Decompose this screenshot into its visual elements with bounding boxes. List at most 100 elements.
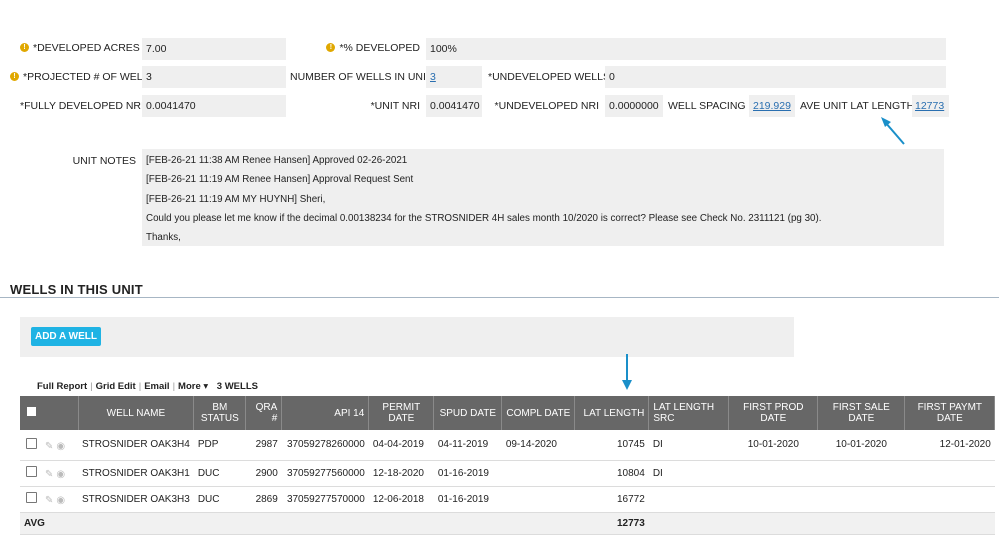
- avg-row: AVG 12773: [20, 512, 995, 535]
- info-icon: !: [10, 71, 19, 81]
- annotation-arrow-icon: [881, 117, 905, 145]
- unit-notes-box[interactable]: [FEB-26-21 11:38 AM Renee Hansen] Approv…: [142, 149, 944, 246]
- developed-acres-value[interactable]: 7.00: [142, 38, 286, 60]
- cell-lat-length: 16772: [574, 486, 649, 513]
- cell-permit-date: 04-04-2019: [368, 430, 434, 461]
- wells-table: WELL NAME BM STATUS QRA # API 14 PERMIT …: [20, 396, 996, 535]
- table-row[interactable]: ✎ ◉ STROSNIDER OAK3H3 DUC 2869 3705927757…: [20, 486, 995, 513]
- cell-first-prod-date: 10-01-2020: [728, 430, 818, 461]
- cell-compl-date: 09-14-2020: [501, 430, 575, 461]
- edit-pencil-icon[interactable]: ✎: [45, 495, 53, 506]
- cell-lat-length: 10804: [574, 460, 649, 487]
- avg-empty-cell: [904, 512, 995, 535]
- unit-nri-value[interactable]: 0.0041470: [426, 95, 482, 117]
- row-checkbox[interactable]: [26, 466, 37, 477]
- row-checkbox[interactable]: [26, 492, 37, 503]
- undeveloped-wells-value[interactable]: 0: [605, 66, 946, 88]
- projected-wells-label: ! *PROJECTED # OF WELLS: [10, 71, 155, 83]
- section-title: WELLS IN THIS UNIT: [10, 282, 143, 297]
- cell-bm-status: DUC: [193, 460, 246, 487]
- column-header-well-name[interactable]: WELL NAME: [78, 396, 195, 430]
- column-header-lat-length-src[interactable]: LAT LENGTH SRC: [648, 396, 730, 430]
- well-spacing-link[interactable]: 219.929: [753, 100, 791, 112]
- avg-label: AVG: [20, 512, 78, 535]
- avg-empty-cell: [728, 512, 818, 535]
- row-checkbox[interactable]: [26, 437, 37, 449]
- wells-in-unit-label: NUMBER OF WELLS IN UNIT: [290, 71, 433, 83]
- column-header-bm-status[interactable]: BM STATUS: [193, 396, 247, 430]
- cell-bm-status: DUC: [193, 486, 246, 513]
- edit-pencil-icon[interactable]: ✎: [45, 469, 53, 480]
- select-all-column: [20, 396, 79, 430]
- projected-wells-value[interactable]: 3: [142, 66, 286, 88]
- table-header-row: WELL NAME BM STATUS QRA # API 14 PERMIT …: [20, 396, 996, 430]
- note-line: [FEB-26-21 11:38 AM Renee Hansen] Approv…: [146, 155, 408, 166]
- cell-first-prod-date: [728, 486, 818, 513]
- well-spacing-label: WELL SPACING: [668, 100, 746, 112]
- more-dropdown[interactable]: More ▾: [178, 381, 208, 392]
- cell-first-paymt-date: 12-01-2020: [904, 430, 995, 461]
- cell-compl-date: [501, 460, 575, 487]
- ave-lat-length-link[interactable]: 12773: [915, 100, 944, 112]
- select-all-checkbox[interactable]: [27, 407, 36, 416]
- cell-first-paymt-date: [904, 486, 995, 513]
- pct-developed-label: ! *% DEVELOPED: [320, 42, 420, 54]
- cell-spud-date: 01-16-2019: [433, 486, 502, 513]
- column-header-compl-date[interactable]: COMPL DATE: [501, 396, 576, 430]
- wells-in-unit-value: 3: [426, 66, 482, 88]
- column-header-api14[interactable]: API 14: [281, 396, 370, 430]
- cell-lat-length: 10745: [574, 430, 649, 461]
- unit-notes-label: UNIT NOTES: [72, 155, 136, 167]
- email-link[interactable]: Email: [144, 381, 169, 392]
- developed-acres-label: ! *DEVELOPED ACRES: [20, 42, 140, 54]
- column-header-permit-date[interactable]: PERMIT DATE: [368, 396, 435, 430]
- note-line: [FEB-26-21 11:19 AM MY HUYNH] Sheri,: [146, 193, 326, 205]
- cell-qra: 2987: [245, 430, 282, 461]
- ave-lat-length-label: AVE UNIT LAT LENGTH: [800, 100, 915, 112]
- cell-spud-date: 04-11-2019: [433, 430, 502, 461]
- full-report-link[interactable]: Full Report: [37, 381, 87, 392]
- add-well-button[interactable]: ADD A WELL: [31, 327, 101, 346]
- row-controls: ✎ ◉: [20, 460, 78, 487]
- column-header-qra[interactable]: QRA #: [245, 396, 283, 430]
- cell-qra: 2900: [245, 460, 282, 487]
- avg-empty-cell: [817, 512, 905, 535]
- cell-well-name: STROSNIDER OAK3H3: [78, 486, 194, 513]
- cell-api14: 37059278260000: [281, 430, 369, 461]
- edit-pencil-icon[interactable]: ✎: [45, 441, 53, 452]
- note-line: Thanks,: [146, 232, 181, 244]
- view-eye-icon[interactable]: ◉: [56, 495, 65, 506]
- fully-developed-nri-value[interactable]: 0.0041470: [142, 95, 286, 117]
- row-controls: ✎ ◉: [20, 486, 78, 513]
- fully-developed-nri-label: *FULLY DEVELOPED NRI: [20, 100, 144, 112]
- column-header-spud-date[interactable]: SPUD DATE: [433, 396, 503, 430]
- column-header-first-prod-date[interactable]: FIRST PROD DATE: [728, 396, 819, 430]
- column-header-first-paymt-date[interactable]: FIRST PAYMT DATE: [904, 396, 996, 430]
- table-row[interactable]: ✎ ◉ STROSNIDER OAK3H4 PDP 2987 3705927826…: [20, 430, 995, 461]
- column-header-lat-length[interactable]: LAT LENGTH: [574, 396, 650, 430]
- cell-lat-length-src: DI: [648, 460, 729, 487]
- cell-compl-date: [501, 486, 575, 513]
- row-controls: ✎ ◉: [20, 430, 78, 461]
- view-eye-icon[interactable]: ◉: [56, 469, 65, 480]
- cell-well-name: STROSNIDER OAK3H4: [78, 430, 194, 461]
- cell-first-paymt-date: [904, 460, 995, 487]
- table-row[interactable]: ✎ ◉ STROSNIDER OAK3H1 DUC 2900 3705927756…: [20, 460, 995, 487]
- pct-developed-value[interactable]: 100%: [426, 38, 946, 60]
- cell-first-sale-date: [817, 460, 905, 487]
- unit-nri-label: *UNIT NRI: [370, 100, 420, 112]
- avg-empty-cell: [433, 512, 502, 535]
- view-eye-icon[interactable]: ◉: [56, 441, 65, 452]
- cell-api14: 37059277570000: [281, 486, 369, 513]
- note-line: [FEB-26-21 11:19 AM Renee Hansen] Approv…: [146, 174, 414, 186]
- column-header-first-sale-date[interactable]: FIRST SALE DATE: [817, 396, 906, 430]
- wells-in-unit-link[interactable]: 3: [430, 71, 436, 83]
- avg-empty-cell: [78, 512, 194, 535]
- avg-empty-cell: [245, 512, 282, 535]
- undeveloped-nri-value[interactable]: 0.0000000: [605, 95, 663, 117]
- avg-empty-cell: [368, 512, 434, 535]
- grid-edit-link[interactable]: Grid Edit: [96, 381, 136, 392]
- undeveloped-nri-label: *UNDEVELOPED NRI: [494, 100, 599, 112]
- cell-first-sale-date: 10-01-2020: [817, 430, 905, 461]
- cell-permit-date: 12-06-2018: [368, 486, 434, 513]
